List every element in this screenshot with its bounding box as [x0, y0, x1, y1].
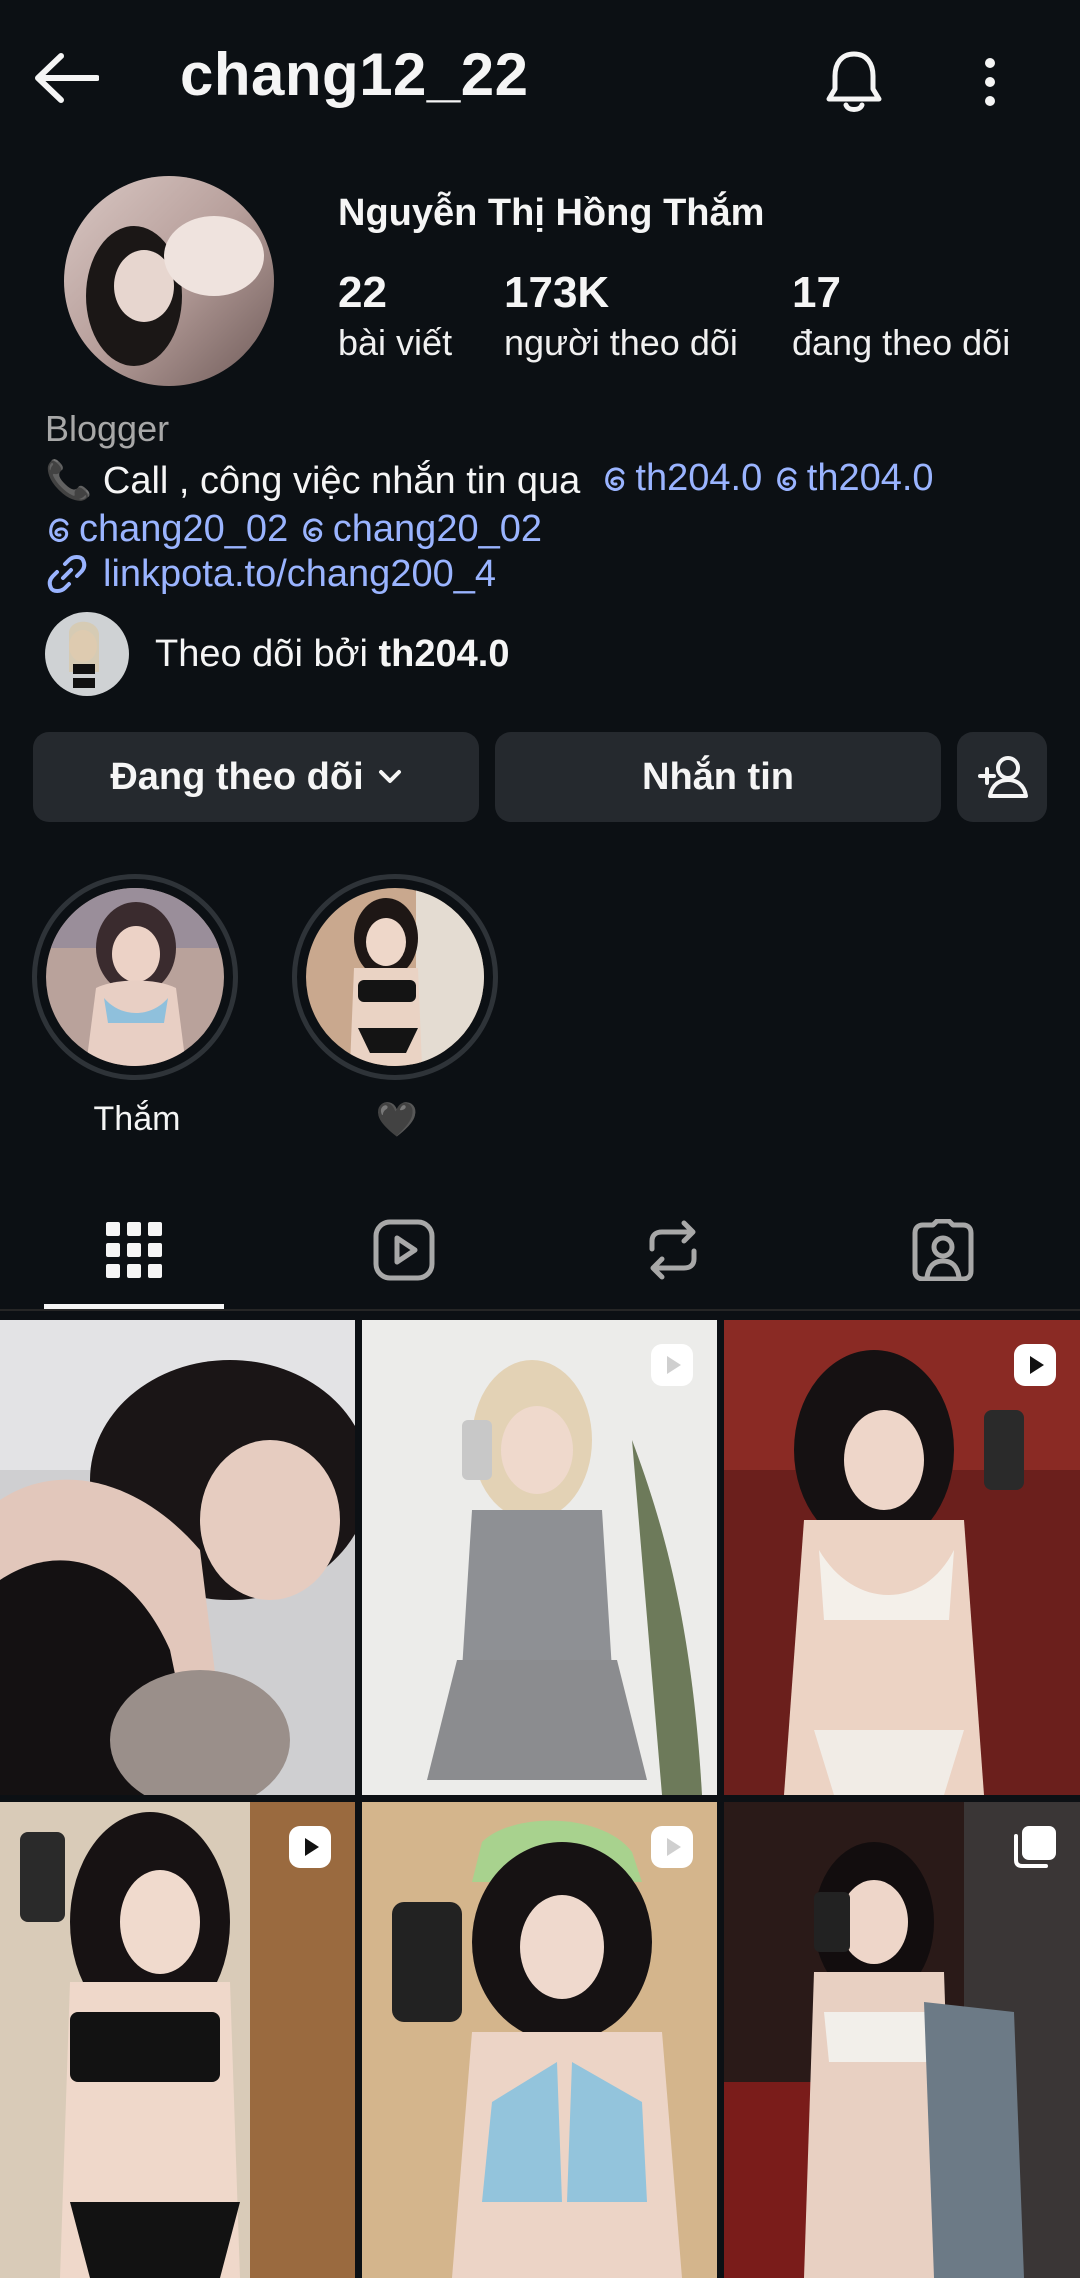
followed-by-user: th204.0 [378, 632, 510, 675]
threads-icon [302, 518, 323, 542]
bio-text: 📞 Call , công việc nhắn tin qua [45, 460, 581, 502]
tab-posts-grid[interactable] [59, 1210, 209, 1290]
back-button[interactable] [28, 46, 104, 110]
tab-tagged[interactable] [868, 1210, 1018, 1290]
more-vertical-icon [985, 58, 995, 106]
highlight-label: Thắm [93, 1100, 181, 1138]
grid-post-2[interactable] [362, 1320, 717, 1795]
add-person-icon [978, 756, 1028, 798]
threads-icon [776, 467, 797, 491]
reel-icon [651, 1344, 693, 1386]
posts-count-label: bài viết [338, 322, 453, 363]
reposts-icon [649, 1220, 697, 1280]
threads-mention-4[interactable]: chang20_02 [299, 505, 542, 553]
reel-icon [1014, 1344, 1056, 1386]
following-count[interactable]: 17 đang theo dõi [792, 266, 1010, 366]
following-count-label: đang theo dõi [792, 322, 1011, 363]
message-button-label: Nhắn tin [642, 755, 794, 798]
tab-reels[interactable] [329, 1210, 479, 1290]
reel-icon [651, 1826, 693, 1868]
profile-link-text: linkpota.to/chang200_4 [103, 552, 496, 595]
profile-category: Blogger [45, 408, 170, 449]
followers-count-value: 173K [504, 268, 610, 317]
highlight-label: 🖤 [375, 1101, 419, 1139]
highlight-1[interactable]: Thắm [32, 874, 242, 1139]
threads-icon [605, 467, 625, 491]
more-options-button[interactable] [960, 42, 1020, 122]
profile-link[interactable]: linkpota.to/chang200_4 [45, 552, 496, 596]
threads-mention-2[interactable]: th204.0 [773, 454, 934, 502]
carousel-icon [1014, 1826, 1056, 1868]
mutual-follower-avatar [45, 612, 129, 696]
reel-icon [289, 1826, 331, 1868]
grid-post-1[interactable] [0, 1320, 355, 1795]
highlight-ring [32, 874, 238, 1080]
highlight-cover [306, 888, 484, 1066]
grid-post-4[interactable] [0, 1802, 355, 2278]
threads-mention-1[interactable]: th204.0 [601, 454, 762, 502]
followers-count[interactable]: 173K người theo dõi [504, 266, 738, 366]
grid-icon [106, 1222, 162, 1278]
following-button-label: Đang theo dõi [110, 755, 364, 798]
bell-icon [826, 51, 882, 112]
followed-by[interactable]: Theo dõi bởi th204.0 [45, 612, 509, 696]
followed-by-prefix: Theo dõi bởi [155, 632, 368, 675]
profile-full-name: Nguyễn Thị Hồng Thắm [338, 192, 765, 234]
grid-post-5[interactable] [362, 1802, 717, 2278]
profile-username: chang12_22 [180, 41, 529, 108]
tagged-icon [912, 1219, 974, 1281]
profile-bio: 📞 Call , công việc nhắn tin qua th204.0 … [45, 454, 1045, 556]
followers-count-label: người theo dõi [504, 322, 738, 363]
chevron-down-icon [378, 770, 401, 783]
top-bar: chang12_22 [0, 0, 1080, 160]
threads-mention-3[interactable]: chang20_02 [45, 505, 288, 553]
tab-reposts[interactable] [598, 1210, 748, 1290]
highlight-2[interactable]: 🖤 [292, 874, 502, 1140]
message-button[interactable]: Nhắn tin [495, 732, 941, 822]
posts-count[interactable]: 22 bài viết [338, 266, 452, 366]
tabs-divider [0, 1309, 1080, 1311]
back-arrow-icon [35, 53, 99, 103]
grid-post-3[interactable] [724, 1320, 1080, 1795]
reels-icon [373, 1219, 435, 1281]
highlight-ring [292, 874, 498, 1080]
suggested-people-button[interactable] [957, 732, 1047, 822]
profile-avatar[interactable] [64, 176, 274, 386]
posts-count-value: 22 [338, 268, 387, 317]
notifications-button[interactable] [814, 42, 894, 122]
grid-post-6[interactable] [724, 1802, 1080, 2278]
link-icon [47, 555, 87, 593]
following-button[interactable]: Đang theo dõi [33, 732, 479, 822]
threads-icon [49, 518, 69, 542]
highlight-cover [46, 888, 224, 1066]
following-count-value: 17 [792, 268, 841, 317]
